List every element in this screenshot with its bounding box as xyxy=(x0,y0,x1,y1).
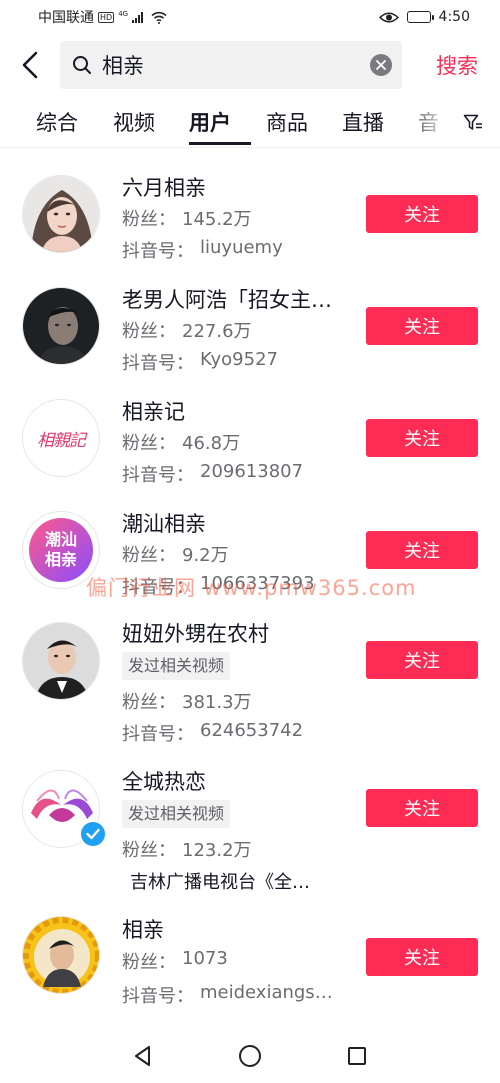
square-recents-icon xyxy=(347,1046,366,1065)
follow-button[interactable]: 关注 xyxy=(366,938,478,976)
user-name: 妞妞外甥在农村 xyxy=(122,622,269,646)
avatar[interactable]: 相親記 xyxy=(22,399,100,477)
douyin-id: 抖音号： 209613807 xyxy=(122,461,304,486)
user-name: 潮汕相亲 xyxy=(122,512,206,536)
user-row[interactable]: 全城热恋 发过相关视频 粉丝： 123.2万 吉林广播电视台《全… 关注 xyxy=(0,756,500,900)
avatar-logo-text: 相親記 xyxy=(37,430,86,451)
search-box[interactable] xyxy=(60,41,402,89)
close-icon xyxy=(376,60,386,70)
clear-search-button[interactable] xyxy=(370,54,392,76)
douyin-id: 抖音号： Kyo9527 xyxy=(122,349,278,374)
triangle-back-icon xyxy=(135,1045,151,1066)
user-name: 相亲 xyxy=(122,918,164,942)
tab-live[interactable]: 直播 xyxy=(342,108,384,138)
follow-button[interactable]: 关注 xyxy=(366,419,478,457)
fans-count: 粉丝： 381.3万 xyxy=(122,692,252,713)
avatar-logo: 潮汕 相亲 xyxy=(29,518,93,582)
search-icon xyxy=(73,56,91,74)
follow-button[interactable]: 关注 xyxy=(366,195,478,233)
avatar[interactable] xyxy=(22,175,100,253)
follow-button[interactable]: 关注 xyxy=(366,641,478,679)
fans-count: 粉丝： 145.2万 xyxy=(122,209,252,230)
tab-videos[interactable]: 视频 xyxy=(113,108,155,138)
verification-description: 吉林广播电视台《全… xyxy=(130,872,310,893)
user-row[interactable]: 六月相亲 粉丝： 145.2万 抖音号： liuyuemy 关注 xyxy=(0,160,500,270)
tab-users[interactable]: 用户 xyxy=(189,108,231,138)
hd-badge: HD xyxy=(98,11,115,23)
follow-button[interactable]: 关注 xyxy=(366,307,478,345)
douyin-id: 抖音号： liuyuemy xyxy=(122,237,283,262)
related-video-tag: 发过相关视频 xyxy=(122,652,231,680)
tab-fade xyxy=(402,100,462,146)
search-submit-button[interactable]: 搜索 xyxy=(436,50,478,80)
eye-comfort-icon xyxy=(378,11,399,24)
user-row[interactable]: 相親記 相亲记 粉丝： 46.8万 抖音号： 209613807 关注 xyxy=(0,384,500,494)
related-video-tag: 发过相关视频 xyxy=(122,800,231,828)
fans-count: 粉丝： 46.8万 xyxy=(122,433,241,454)
carrier-name: 中国联通 xyxy=(38,10,94,26)
verified-badge-icon xyxy=(79,820,107,848)
user-row[interactable]: 相亲 粉丝： 1073 抖音号： meidexiangs… 关注 xyxy=(0,906,500,1016)
douyin-id: 抖音号： meidexiangs… xyxy=(122,982,333,1007)
search-tabs: 综合 视频 用户 商品 直播 音 xyxy=(0,100,500,148)
follow-button[interactable]: 关注 xyxy=(366,531,478,569)
signal-icon xyxy=(132,11,144,23)
avatar[interactable] xyxy=(22,916,100,994)
fans-count: 粉丝： 1073 xyxy=(122,948,228,973)
network-type: 4G xyxy=(118,9,129,18)
wifi-icon xyxy=(151,11,167,24)
avatar[interactable]: 潮汕 相亲 xyxy=(22,511,100,589)
status-bar: 中国联通 HD 4G 4:50 xyxy=(0,0,500,34)
nav-home-button[interactable] xyxy=(225,1031,275,1081)
nav-back-button[interactable] xyxy=(118,1031,168,1081)
avatar-logo-text: 潮汕 xyxy=(44,530,77,549)
fans-count: 粉丝： 123.2万 xyxy=(122,840,252,861)
user-row[interactable]: 妞妞外甥在农村 发过相关视频 粉丝： 381.3万 抖音号： 624653742 关… xyxy=(0,608,500,752)
avatar-logo-text: 相亲 xyxy=(44,550,77,569)
user-name: 相亲记 xyxy=(122,400,185,424)
clock: 4:50 xyxy=(438,9,470,25)
user-name: 全城热恋 xyxy=(122,770,206,794)
system-nav-bar xyxy=(0,1028,500,1083)
douyin-id: 抖音号： 1066337393 xyxy=(122,573,315,598)
filter-icon xyxy=(463,114,482,130)
back-button[interactable] xyxy=(0,40,60,90)
active-tab-indicator xyxy=(189,142,251,145)
avatar[interactable] xyxy=(22,622,100,700)
user-row[interactable]: 老男人阿浩「招女主… 粉丝： 227.6万 抖音号： Kyo9527 关注 xyxy=(0,272,500,382)
circle-home-icon xyxy=(238,1044,261,1067)
follow-button[interactable]: 关注 xyxy=(366,789,478,827)
tab-products[interactable]: 商品 xyxy=(266,108,308,138)
avatar[interactable] xyxy=(22,287,100,365)
nav-recents-button[interactable] xyxy=(332,1031,382,1081)
douyin-id: 抖音号： 624653742 xyxy=(122,720,304,745)
user-name: 六月相亲 xyxy=(122,176,206,200)
tab-comprehensive[interactable]: 综合 xyxy=(36,108,78,138)
fans-count: 粉丝： 227.6万 xyxy=(122,321,252,342)
search-header: 搜索 xyxy=(0,40,500,90)
filter-button[interactable] xyxy=(458,110,488,136)
user-row[interactable]: 潮汕 相亲 潮汕相亲 粉丝： 9.2万 抖音号： 1066337393 关注 xyxy=(0,496,500,606)
fans-count: 粉丝： 9.2万 xyxy=(122,545,229,566)
battery-icon xyxy=(406,11,434,23)
back-arrow-icon xyxy=(22,51,38,79)
user-name: 老男人阿浩「招女主… xyxy=(122,288,332,312)
search-input[interactable] xyxy=(102,53,370,77)
